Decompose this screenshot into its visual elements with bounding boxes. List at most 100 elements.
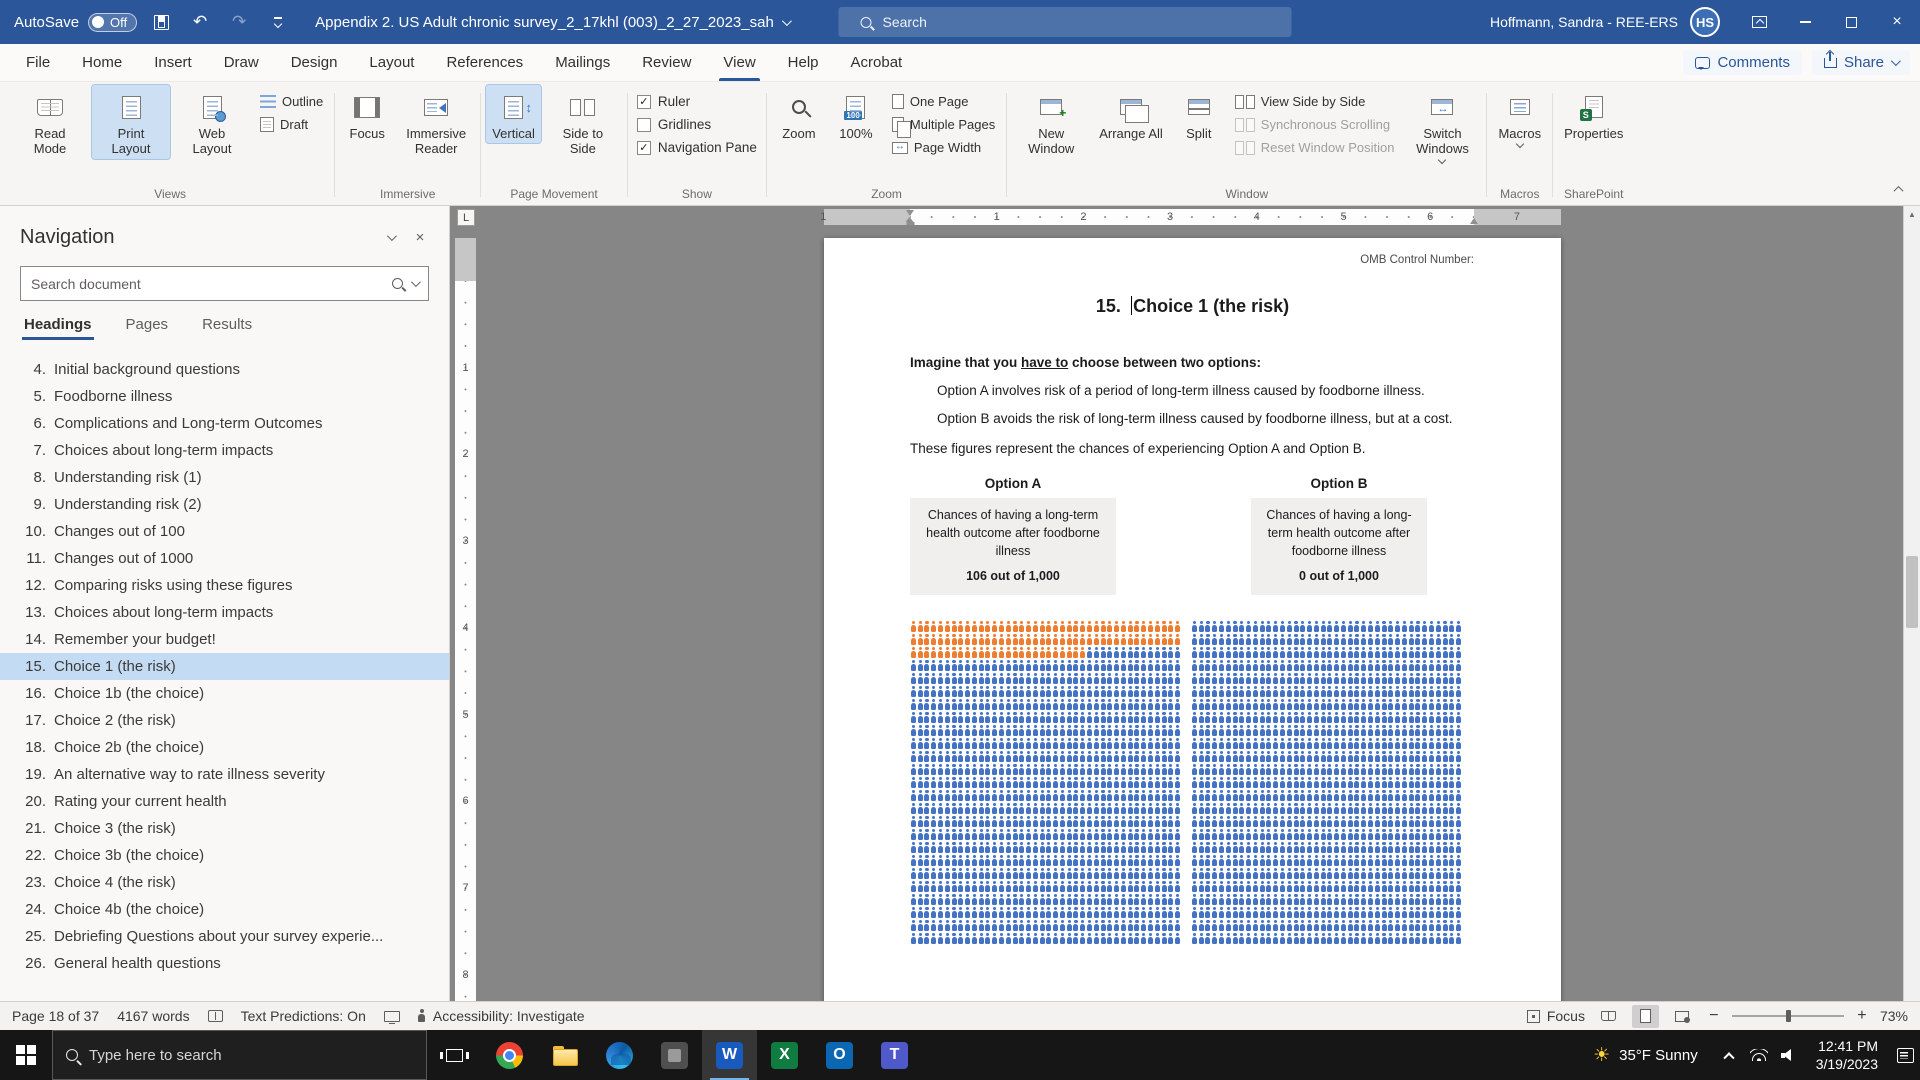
zoom-out-button[interactable]: − [1706, 1007, 1722, 1025]
nav-heading-item[interactable]: 7.Choices about long-term impacts [0, 437, 449, 464]
nav-heading-item[interactable]: 10.Changes out of 100 [0, 518, 449, 545]
zoom-button[interactable]: Zoom [772, 85, 826, 143]
ribbon-display-options-button[interactable] [1736, 0, 1782, 44]
nav-heading-item[interactable]: 25.Debriefing Questions about your surve… [0, 923, 449, 950]
collapse-ribbon-button[interactable] [1888, 181, 1908, 197]
gridlines-checkbox[interactable]: Gridlines [633, 115, 761, 134]
outlook-icon[interactable]: O [812, 1030, 867, 1080]
nav-heading-item[interactable]: 16.Choice 1b (the choice) [0, 680, 449, 707]
view-side-by-side-button[interactable]: View Side by Side [1229, 92, 1401, 111]
nav-search-box[interactable] [20, 266, 429, 301]
volume-button[interactable] [1774, 1034, 1804, 1076]
edge-icon[interactable] [592, 1030, 647, 1080]
vertical-scrollbar[interactable]: ▲ [1903, 206, 1920, 1001]
zoom-slider[interactable] [1732, 1007, 1844, 1025]
arrange-all-button[interactable]: Arrange All [1093, 85, 1169, 143]
nav-heading-item[interactable]: 23.Choice 4 (the risk) [0, 869, 449, 896]
document-title[interactable]: Appendix 2. US Adult chronic survey_2_17… [315, 14, 789, 31]
focus-button[interactable]: Focus [340, 85, 394, 143]
read-mode-view-button[interactable] [1595, 1005, 1622, 1028]
nav-heading-item[interactable]: 14.Remember your budget! [0, 626, 449, 653]
nav-tab-pages[interactable]: Pages [124, 309, 171, 340]
ribbon-tab-insert[interactable]: Insert [138, 44, 208, 81]
file-explorer-icon[interactable] [537, 1030, 592, 1080]
nav-heading-item[interactable]: 17.Choice 2 (the risk) [0, 707, 449, 734]
nav-close-button[interactable]: × [405, 222, 435, 252]
notifications-button[interactable] [1890, 1034, 1920, 1076]
ribbon-tab-help[interactable]: Help [772, 44, 835, 81]
share-button[interactable]: Share [1812, 50, 1910, 75]
zoom-100-button[interactable]: 100 100% [829, 85, 883, 143]
nav-heading-item[interactable]: 22.Choice 3b (the choice) [0, 842, 449, 869]
web-layout-view-button[interactable] [1669, 1005, 1696, 1028]
macros-button[interactable]: Macros [1492, 85, 1547, 149]
outline-button[interactable]: Outline [254, 92, 329, 111]
customize-quick-access-button[interactable] [263, 7, 293, 37]
new-window-button[interactable]: New Window [1012, 85, 1090, 159]
nav-heading-item[interactable]: 26.General health questions [0, 950, 449, 977]
focus-mode-button[interactable]: Focus [1527, 1008, 1585, 1024]
network-button[interactable] [1744, 1034, 1774, 1076]
nav-options-button[interactable] [375, 222, 405, 252]
nav-heading-item[interactable]: 13.Choices about long-term impacts [0, 599, 449, 626]
word-icon[interactable]: W [702, 1030, 757, 1080]
navigation-pane-checkbox[interactable]: ✓ Navigation Pane [633, 138, 761, 157]
one-page-button[interactable]: One Page [886, 92, 1001, 111]
autosave-toggle[interactable]: Off [88, 13, 137, 32]
multiple-pages-button[interactable]: Multiple Pages [886, 115, 1001, 134]
hidden-icons-button[interactable] [1714, 1034, 1744, 1076]
weather-widget[interactable]: ☀ 35°F Sunny [1577, 1046, 1714, 1065]
ribbon-tab-design[interactable]: Design [275, 44, 354, 81]
ribbon-tab-view[interactable]: View [707, 44, 771, 81]
user-name[interactable]: Hoffmann, Sandra - REE-ERS [1490, 14, 1678, 30]
reset-window-position-button[interactable]: Reset Window Position [1229, 138, 1401, 157]
nav-heading-item[interactable]: 19.An alternative way to rate illness se… [0, 761, 449, 788]
draft-button[interactable]: Draft [254, 115, 329, 134]
nav-tab-headings[interactable]: Headings [22, 309, 94, 340]
nav-heading-item[interactable]: 20.Rating your current health [0, 788, 449, 815]
scroll-up-icon[interactable]: ▲ [1904, 206, 1920, 222]
nav-heading-item[interactable]: 18.Choice 2b (the choice) [0, 734, 449, 761]
ruler-checkbox[interactable]: ✓ Ruler [633, 92, 761, 111]
ribbon-tab-review[interactable]: Review [626, 44, 707, 81]
ribbon-tab-draw[interactable]: Draw [208, 44, 275, 81]
task-view-button[interactable] [427, 1030, 482, 1080]
nav-heading-item[interactable]: 9.Understanding risk (2) [0, 491, 449, 518]
print-layout-button[interactable]: Print Layout [92, 85, 170, 159]
zoom-in-button[interactable]: + [1854, 1007, 1870, 1025]
nav-heading-item[interactable]: 11.Changes out of 1000 [0, 545, 449, 572]
teams-icon[interactable]: T [867, 1030, 922, 1080]
zoom-percentage[interactable]: 73% [1880, 1008, 1908, 1024]
titlebar-search-box[interactable]: Search [839, 7, 1292, 37]
nav-heading-item[interactable]: 21.Choice 3 (the risk) [0, 815, 449, 842]
nav-heading-item[interactable]: 12.Comparing risks using these figures [0, 572, 449, 599]
close-button[interactable]: × [1874, 0, 1920, 44]
side-to-side-button[interactable]: Side to Side [544, 85, 622, 159]
ribbon-tab-acrobat[interactable]: Acrobat [835, 44, 919, 81]
taskbar-search-box[interactable]: Type here to search [52, 1030, 427, 1080]
left-indent-marker[interactable] [906, 216, 915, 225]
ribbon-tab-references[interactable]: References [430, 44, 539, 81]
scrollbar-thumb[interactable] [1906, 556, 1918, 628]
ribbon-tab-layout[interactable]: Layout [353, 44, 430, 81]
comments-button[interactable]: Comments [1683, 50, 1802, 75]
nav-heading-item[interactable]: 4.Initial background questions [0, 356, 449, 383]
chrome-icon[interactable] [482, 1030, 537, 1080]
tab-selector[interactable]: L [457, 209, 475, 226]
right-indent-marker[interactable] [1470, 218, 1478, 224]
switch-windows-button[interactable]: Switch Windows [1403, 85, 1481, 165]
start-button[interactable] [0, 1030, 52, 1080]
accessibility-status[interactable]: Accessibility: Investigate [418, 1008, 585, 1024]
save-button[interactable] [146, 7, 176, 37]
app-icon[interactable] [647, 1030, 702, 1080]
web-layout-button[interactable]: Web Layout [173, 85, 251, 159]
ribbon-tab-home[interactable]: Home [66, 44, 138, 81]
page-width-button[interactable]: Page Width [886, 138, 1001, 157]
word-count[interactable]: 4167 words [117, 1008, 189, 1024]
nav-heading-item[interactable]: 5.Foodborne illness [0, 383, 449, 410]
synchronous-scrolling-button[interactable]: Synchronous Scrolling [1229, 115, 1401, 134]
immersive-reader-button[interactable]: Immersive Reader [397, 85, 475, 159]
redo-button[interactable]: ↷ [224, 7, 254, 37]
nav-search-input[interactable] [31, 276, 384, 292]
text-predictions-status[interactable]: Text Predictions: On [241, 1008, 366, 1024]
